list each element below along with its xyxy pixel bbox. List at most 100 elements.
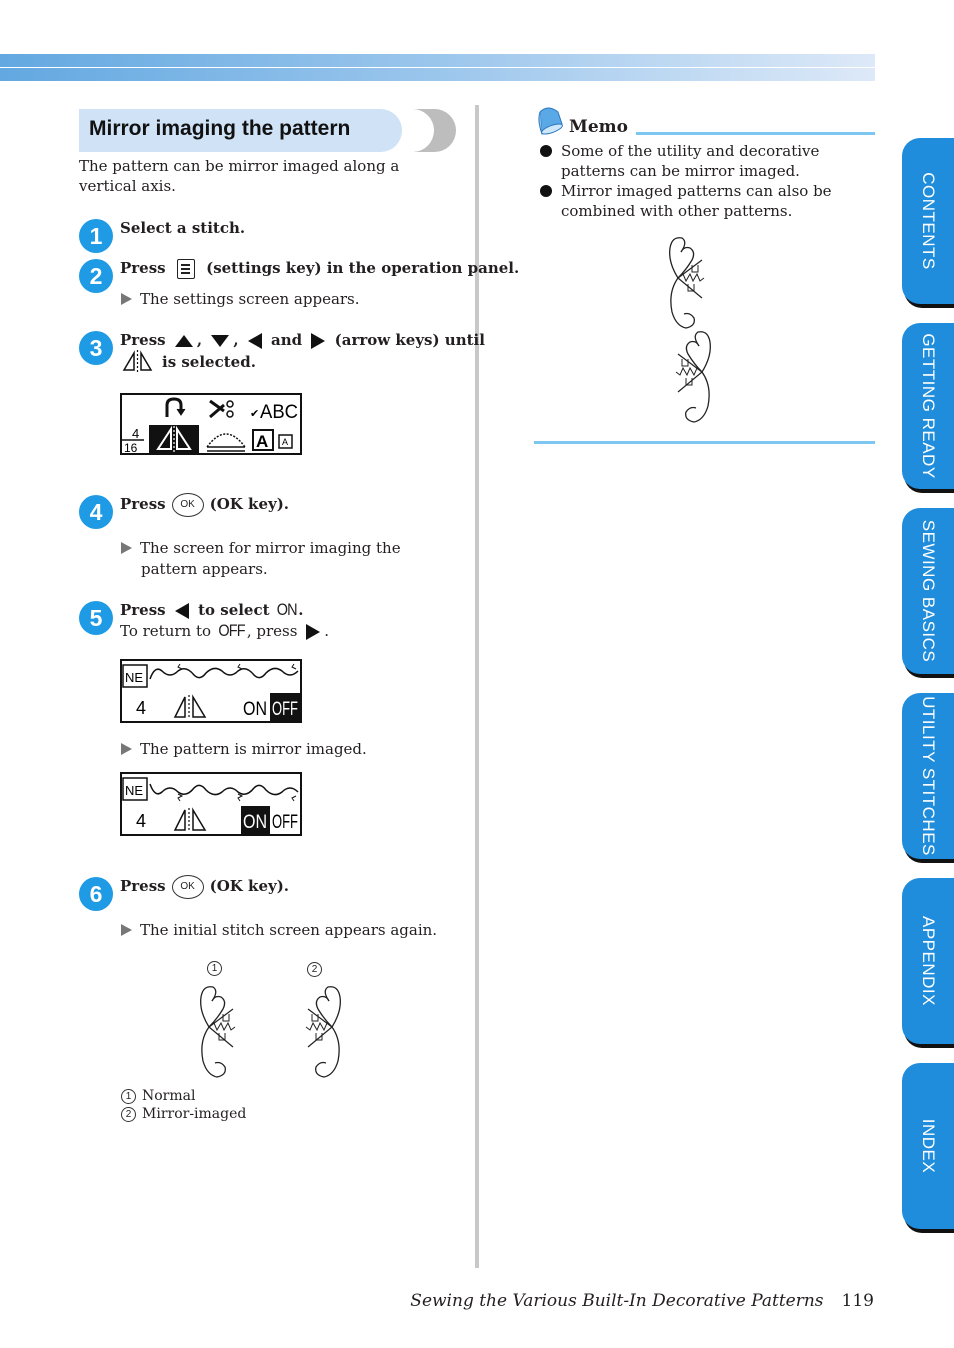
step-text: Press [120, 331, 166, 349]
result-arrow-icon [121, 924, 132, 936]
on-lcd-word: ON [276, 600, 298, 619]
combined-pattern-figure [669, 237, 711, 423]
lcd-mirror-off-screen: NE 4 ON OFF [120, 659, 302, 723]
tab-label: APPENDIX [919, 916, 938, 1006]
tab-label: UTILITY STITCHES [919, 696, 938, 856]
step-title-line2: is selected. [120, 350, 256, 372]
memo-header: Memo [534, 106, 875, 137]
abc-label: ABC [260, 402, 298, 423]
step-text: and [271, 331, 303, 349]
step-6-result: The initial stitch screen appears again. [121, 920, 437, 941]
chapter-title: Sewing the Various Built-In Decorative P… [410, 1291, 824, 1311]
memo-item: Some of the utility and decorative patte… [540, 141, 875, 181]
result-text: The screen for mirror imaging the patter… [140, 539, 401, 578]
memo-rule [636, 132, 875, 135]
off-option: OFF [272, 812, 298, 833]
scissors-icon [209, 399, 234, 419]
tab-label: INDEX [919, 1118, 938, 1174]
step-2-result: The settings screen appears. [121, 289, 360, 310]
tab-index[interactable]: INDEX [902, 1063, 954, 1229]
ok-key-icon: OK [171, 875, 204, 899]
check-icon: ✔ [250, 408, 259, 420]
legend-text: Mirror-imaged [142, 1106, 247, 1122]
fraction-bottom: 16 [124, 441, 138, 453]
legend-item: 2 Mirror-imaged [121, 1105, 246, 1123]
pattern-badge-text: NE [125, 783, 143, 798]
step-text: (settings key) in the operation panel. [206, 259, 520, 277]
step-text: (OK key). [209, 495, 290, 513]
normal-pattern-figure [200, 986, 236, 1078]
tab-appendix[interactable]: APPENDIX [902, 878, 954, 1044]
bullet-icon [540, 185, 552, 197]
step-text: Press [120, 495, 166, 513]
mirror-icon [122, 350, 153, 372]
result-arrow-icon [121, 293, 132, 305]
mirrored-pattern-figure [305, 986, 341, 1078]
section-heading: Mirror imaging the pattern [79, 109, 457, 152]
on-option: ON [243, 699, 267, 720]
tab-getting-ready[interactable]: GETTING READY [902, 323, 954, 489]
pattern-preview-mirrored [149, 783, 299, 796]
tab-label: CONTENTS [919, 172, 938, 270]
memo-list: Some of the utility and decorative patte… [540, 141, 875, 221]
step-text: Press [120, 877, 166, 895]
legend-item: 1 Normal [121, 1087, 246, 1105]
tab-sewing-basics[interactable]: SEWING BASICS [902, 508, 954, 674]
step-text: To return to [120, 622, 212, 640]
lcd-mirror-on-screen: NE 4 ON OFF [120, 772, 302, 836]
fraction-top: 4 [132, 426, 139, 441]
period: . [324, 622, 329, 640]
step-title: Press , , and (arrow keys) until [120, 330, 485, 350]
arrow-up-icon [174, 335, 193, 347]
mirror-icon [173, 694, 207, 719]
step-title: Press (settings key) in the operation pa… [120, 258, 519, 279]
period: . [298, 601, 304, 619]
result-arrow-icon [121, 542, 132, 554]
legend-marker: 1 [121, 1089, 136, 1104]
header-band-bottom [0, 68, 875, 81]
memo-item-text: Some of the utility and decorative patte… [561, 142, 820, 180]
column-divider [475, 105, 479, 1268]
off-lcd-word: OFF [218, 621, 245, 640]
step-number-icon: 2 [79, 259, 113, 293]
bullet-icon [540, 145, 552, 157]
step-5-result: The pattern is mirror imaged. [121, 739, 367, 760]
memo-bell-icon [538, 107, 563, 135]
pattern-preview [149, 667, 299, 680]
arrow-left-icon [247, 333, 262, 349]
mirror-icon [173, 807, 207, 832]
lcd-settings-screen: ✔ ABC 4 16 A A [120, 393, 302, 455]
settings-key-icon [176, 259, 195, 279]
figure-legend: 1 Normal 2 Mirror-imaged [121, 1087, 246, 1123]
step-title: Press OK (OK key). [120, 875, 289, 899]
step-text: (OK key). [209, 877, 290, 895]
separator: , [233, 331, 239, 349]
step-text: (arrow keys) until [334, 331, 485, 349]
result-text: The pattern is mirror imaged. [140, 740, 367, 758]
memo-item-text: Mirror imaged patterns can also be combi… [561, 182, 832, 220]
letter-small: A [282, 437, 288, 447]
step-text: Press [120, 601, 166, 619]
pattern-number: 4 [136, 811, 146, 831]
legend-text: Normal [142, 1088, 196, 1104]
off-option: OFF [272, 699, 298, 720]
step-text: Press [120, 259, 166, 277]
figure-marker-1: 1 [207, 961, 222, 976]
step-title: Select a stitch. [120, 219, 246, 237]
step-number-icon: 6 [79, 877, 113, 911]
step-text: , press [246, 622, 298, 640]
arrow-right-icon [311, 333, 326, 349]
step-number-icon: 5 [79, 601, 113, 635]
heading-tab-decoration [404, 109, 456, 152]
tab-label: GETTING READY [919, 333, 938, 479]
arrow-left-icon [174, 603, 189, 619]
tab-contents[interactable]: CONTENTS [902, 138, 954, 304]
step-subtitle: To return to OFF, press . [120, 621, 329, 641]
step-4-result: The screen for mirror imaging the patter… [121, 538, 461, 580]
on-option: ON [243, 812, 267, 833]
tab-utility-stitches[interactable]: UTILITY STITCHES [902, 693, 954, 859]
memo-bottom-rule [534, 441, 875, 444]
section-title: Mirror imaging the pattern [89, 117, 351, 140]
memo-item: Mirror imaged patterns can also be combi… [540, 181, 875, 221]
stitch-width-icon [206, 433, 246, 452]
